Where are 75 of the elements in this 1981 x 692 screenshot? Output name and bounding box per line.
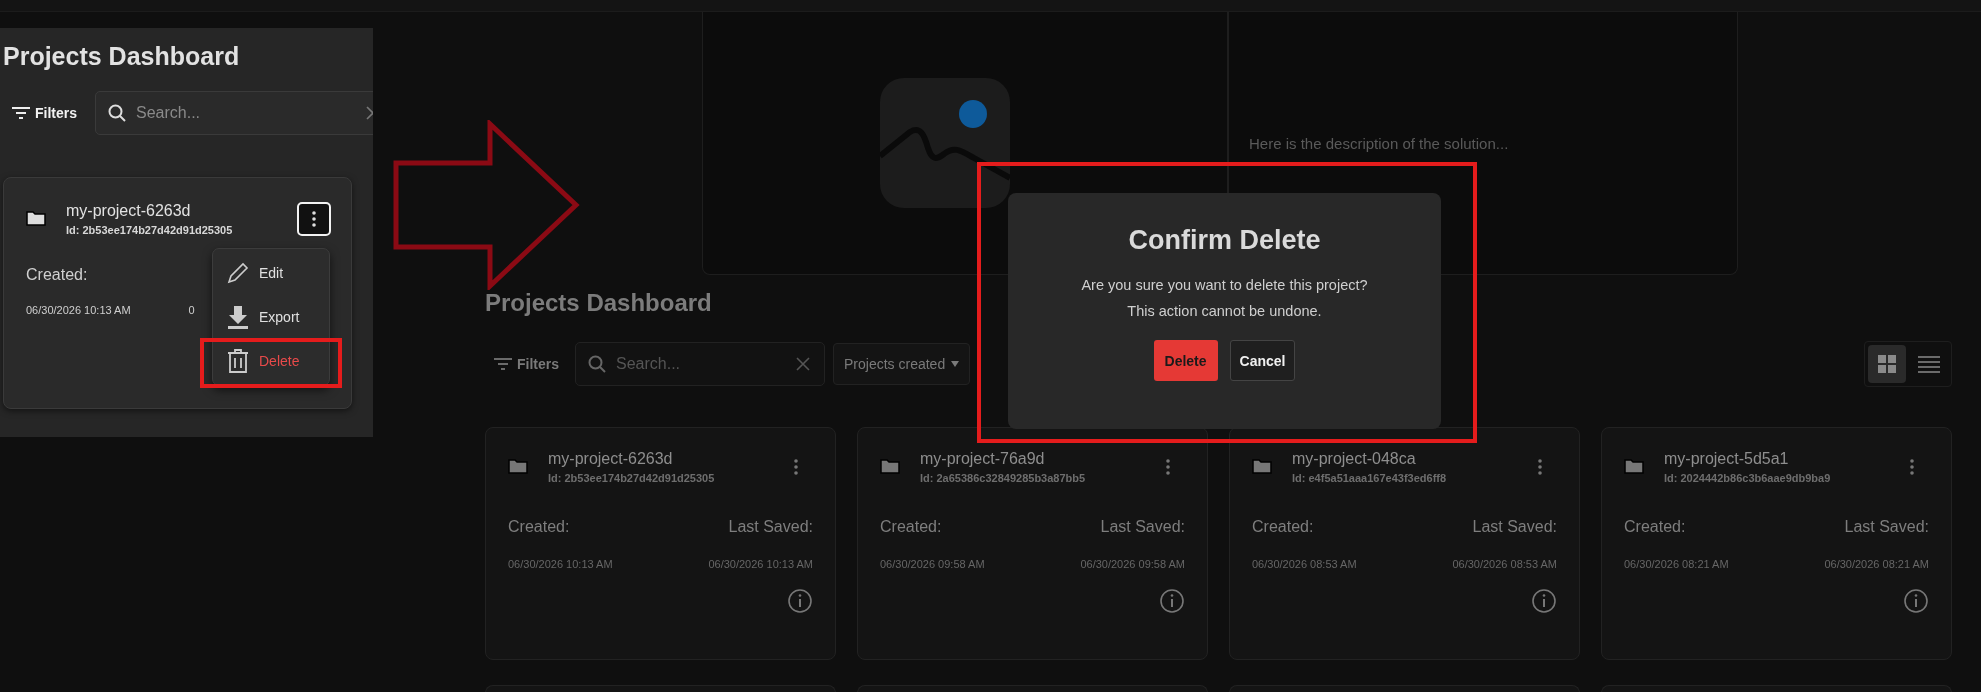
project-id: Id: 2024442b86c3b6aae9db9ba9 <box>1664 472 1832 484</box>
cancel-button[interactable]: Cancel <box>1229 340 1296 381</box>
saved-label: Last Saved: <box>728 518 813 536</box>
dialog-message: Are you sure you want to delete this project? This action cannot be undone. <box>1081 276 1368 321</box>
project-name: my-project-5d5a1 <box>1664 450 1790 468</box>
saved-date: 06/30/2026 08:53 AM <box>1452 558 1557 570</box>
saved-label: Last Saved: <box>1472 518 1557 536</box>
filter-icon <box>11 106 31 120</box>
project-name: my-project-048ca <box>1292 450 1417 468</box>
project-name: my-project-6263d <box>548 450 674 468</box>
created-label: Created: <box>1252 518 1314 536</box>
description-text: Here is the description of the solution... <box>1249 134 1509 152</box>
more-icon <box>312 211 316 227</box>
project-card[interactable]: my-project-76a9d Id: 2a65386c32849285b3a87bb5 Created: Last Saved: 06/30/2026 09:58 AM 06/30/2026 09:58 AM <box>857 427 1208 660</box>
sort-dropdown[interactable]: Projects created <box>833 343 971 385</box>
folder-icon <box>508 458 528 474</box>
saved-date: 06/30/2026 10:13 AM <box>708 558 813 570</box>
dialog-title: Confirm Delete <box>1128 225 1321 256</box>
caret-icon <box>951 361 960 367</box>
filters-button[interactable]: Filters <box>485 356 567 372</box>
created-date: 06/30/2026 08:21 AM <box>1624 558 1729 570</box>
folder-icon <box>880 458 900 474</box>
search-icon <box>108 104 126 122</box>
menu-item[interactable]: Export <box>213 299 329 335</box>
created-label: Created: <box>26 266 88 284</box>
dashboard-title: Projects Dashboard <box>485 289 712 318</box>
grid-icon <box>1877 354 1897 374</box>
more-button[interactable] <box>297 202 331 236</box>
created-date: 06/30/2026 10:13 AM <box>26 304 131 316</box>
search-icon <box>588 355 606 373</box>
more-icon <box>1538 459 1542 475</box>
trash-icon <box>225 348 251 374</box>
created-date: 06/30/2026 09:58 AM <box>880 558 985 570</box>
project-name: my-project-76a9d <box>920 450 1046 468</box>
pencil-icon <box>225 260 251 286</box>
dashboard-title: Projects Dashboard <box>3 42 241 71</box>
search-field[interactable]: Search... <box>95 91 373 135</box>
project-id: Id: 2b53ee174b27d42d91d25305 <box>66 224 234 236</box>
created-date: 06/30/2026 08:53 AM <box>1252 558 1357 570</box>
list-icon <box>1917 355 1941 373</box>
saved-date: 06/30/2026 08:21 AM <box>1824 558 1929 570</box>
created-date: 06/30/2026 10:13 AM <box>508 558 613 570</box>
image-placeholder-icon <box>880 78 1010 208</box>
more-icon <box>1166 459 1170 475</box>
more-icon <box>1910 459 1914 475</box>
search-field[interactable]: Search... <box>575 342 825 386</box>
menu-item[interactable]: Edit <box>213 255 329 291</box>
saved-label: Last Saved: <box>1844 518 1929 536</box>
project-card[interactable]: my-project-5d5a1 Id: 2024442b86c3b6aae9db9ba9 Created: Last Saved: 06/30/2026 08:21 AM 06/30/2026 08:21 AM <box>1601 427 1952 660</box>
info-icon[interactable] <box>1531 588 1557 614</box>
created-label: Created: <box>1624 518 1686 536</box>
more-icon <box>794 459 798 475</box>
filters-button[interactable]: Filters <box>3 105 85 121</box>
folder-icon <box>26 210 46 226</box>
info-icon[interactable] <box>1903 588 1929 614</box>
project-id: Id: e4f5a51aaa167e43f3ed6ff8 <box>1292 472 1448 484</box>
project-id: Id: 2b53ee174b27d42d91d25305 <box>548 472 716 484</box>
saved-date: 0 <box>188 304 195 316</box>
project-id: Id: 2a65386c32849285b3a87bb5 <box>920 472 1087 484</box>
created-label: Created: <box>508 518 570 536</box>
menu-item[interactable]: Delete <box>213 343 329 379</box>
folder-icon <box>1624 458 1644 474</box>
project-card[interactable]: my-project-6263d Id: 2b53ee174b27d42d91d25305 Created: Last Saved: 06/30/2026 10:13 AM 06/30/2026 10:13 AM <box>485 427 836 660</box>
delete-button[interactable]: Delete <box>1153 340 1218 381</box>
project-card[interactable]: my-project-048ca Id: e4f5a51aaa167e43f3ed6ff8 Created: Last Saved: 06/30/2026 08:53 AM 06/30/2026 08:53 AM <box>1229 427 1580 660</box>
info-icon[interactable] <box>1159 588 1185 614</box>
project-name: my-project-6263d <box>66 202 192 220</box>
created-label: Created: <box>880 518 942 536</box>
filter-icon <box>493 357 513 371</box>
download-icon <box>225 304 251 330</box>
view-button[interactable] <box>1868 345 1906 383</box>
saved-date: 06/30/2026 09:58 AM <box>1080 558 1185 570</box>
saved-label: Last Saved: <box>1100 518 1185 536</box>
folder-icon <box>1252 458 1272 474</box>
info-icon[interactable] <box>787 588 813 614</box>
